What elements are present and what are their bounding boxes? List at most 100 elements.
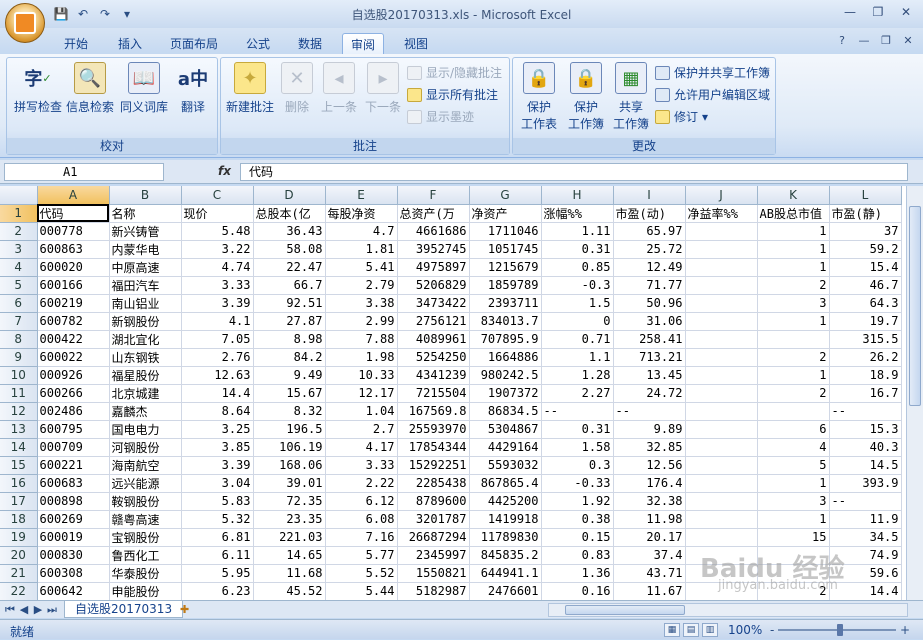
- row-header[interactable]: 12: [0, 402, 38, 421]
- cell-j18[interactable]: [685, 510, 758, 529]
- cell-g6[interactable]: 2393711: [469, 294, 542, 313]
- cell-g2[interactable]: 1711046: [469, 222, 542, 241]
- protect-share-workbook-button[interactable]: 保护并共享工作簿: [655, 64, 770, 81]
- cell-l5[interactable]: 46.7: [829, 276, 902, 295]
- row-header[interactable]: 20: [0, 546, 38, 565]
- cell-g8[interactable]: 707895.9: [469, 330, 542, 349]
- cell-f22[interactable]: 5182987: [397, 582, 470, 600]
- row-header[interactable]: 1: [0, 204, 38, 223]
- cell-c13[interactable]: 3.25: [181, 420, 254, 439]
- cell-f2[interactable]: 4661686: [397, 222, 470, 241]
- cell-h14[interactable]: 1.58: [541, 438, 614, 457]
- cell-g9[interactable]: 1664886: [469, 348, 542, 367]
- tab-view[interactable]: 视图: [396, 33, 436, 54]
- cell-l3[interactable]: 59.2: [829, 240, 902, 259]
- vertical-scrollbar[interactable]: [906, 186, 923, 600]
- cell-d20[interactable]: 14.65: [253, 546, 326, 565]
- cell-j6[interactable]: [685, 294, 758, 313]
- cell-c5[interactable]: 3.33: [181, 276, 254, 295]
- cell-i22[interactable]: 11.67: [613, 582, 686, 600]
- cell-g10[interactable]: 980242.5: [469, 366, 542, 385]
- cell-h18[interactable]: 0.38: [541, 510, 614, 529]
- row-header[interactable]: 10: [0, 366, 38, 385]
- zoom-track[interactable]: [778, 624, 896, 636]
- cell-e8[interactable]: 7.88: [325, 330, 398, 349]
- cell-c17[interactable]: 5.83: [181, 492, 254, 511]
- cell-c2[interactable]: 5.48: [181, 222, 254, 241]
- show-all-comments-button[interactable]: 显示所有批注: [407, 86, 498, 103]
- cell-a18[interactable]: 600269: [37, 510, 110, 529]
- cell-c22[interactable]: 6.23: [181, 582, 254, 600]
- previous-comment-button[interactable]: ◂ 上一条: [317, 62, 361, 115]
- cell-d22[interactable]: 45.52: [253, 582, 326, 600]
- protect-workbook-button[interactable]: 🔒 保护 工作簿: [563, 62, 609, 132]
- cell-a12[interactable]: 002486: [37, 402, 110, 421]
- cell-l14[interactable]: 40.3: [829, 438, 902, 457]
- cell-f5[interactable]: 5206829: [397, 276, 470, 295]
- cell-e7[interactable]: 2.99: [325, 312, 398, 331]
- cell-j19[interactable]: [685, 528, 758, 547]
- cell-b10[interactable]: 福星股份: [109, 366, 182, 385]
- cell-b11[interactable]: 北京城建: [109, 384, 182, 403]
- cell-a13[interactable]: 600795: [37, 420, 110, 439]
- cell-i2[interactable]: 65.97: [613, 222, 686, 241]
- cell-d16[interactable]: 39.01: [253, 474, 326, 493]
- zoom-slider[interactable]: - +: [770, 623, 910, 637]
- row-header[interactable]: 19: [0, 528, 38, 547]
- cell-g4[interactable]: 1215679: [469, 258, 542, 277]
- cell-j7[interactable]: [685, 312, 758, 331]
- cell-c6[interactable]: 3.39: [181, 294, 254, 313]
- cell-h10[interactable]: 1.28: [541, 366, 614, 385]
- cell-a20[interactable]: 000830: [37, 546, 110, 565]
- cell-e14[interactable]: 4.17: [325, 438, 398, 457]
- cell-c14[interactable]: 3.85: [181, 438, 254, 457]
- zoom-out-button[interactable]: -: [770, 623, 774, 637]
- cell-c10[interactable]: 12.63: [181, 366, 254, 385]
- tab-home[interactable]: 开始: [56, 33, 96, 54]
- cell-l18[interactable]: 11.9: [829, 510, 902, 529]
- row-header[interactable]: 22: [0, 582, 38, 600]
- ribbon-close-icon[interactable]: ✕: [901, 34, 915, 48]
- cell-d8[interactable]: 8.98: [253, 330, 326, 349]
- cell-e3[interactable]: 1.81: [325, 240, 398, 259]
- name-box[interactable]: A1: [4, 163, 164, 181]
- cell-l10[interactable]: 18.9: [829, 366, 902, 385]
- row-header[interactable]: 9: [0, 348, 38, 367]
- cell-a6[interactable]: 600219: [37, 294, 110, 313]
- close-icon[interactable]: ✕: [895, 4, 917, 20]
- cell-a16[interactable]: 600683: [37, 474, 110, 493]
- cell-l13[interactable]: 15.3: [829, 420, 902, 439]
- cell-d10[interactable]: 9.49: [253, 366, 326, 385]
- column-header-i[interactable]: I: [613, 186, 686, 205]
- cell-d2[interactable]: 36.43: [253, 222, 326, 241]
- cell-f17[interactable]: 8789600: [397, 492, 470, 511]
- cell-h6[interactable]: 1.5: [541, 294, 614, 313]
- tab-formulas[interactable]: 公式: [238, 33, 278, 54]
- cell-i10[interactable]: 13.45: [613, 366, 686, 385]
- cell-c3[interactable]: 3.22: [181, 240, 254, 259]
- cell-j13[interactable]: [685, 420, 758, 439]
- column-header-e[interactable]: E: [325, 186, 398, 205]
- column-header-l[interactable]: L: [829, 186, 902, 205]
- cell-i19[interactable]: 20.17: [613, 528, 686, 547]
- cell-e13[interactable]: 2.7: [325, 420, 398, 439]
- cell-e9[interactable]: 1.98: [325, 348, 398, 367]
- cell-b14[interactable]: 河钢股份: [109, 438, 182, 457]
- cell-f21[interactable]: 1550821: [397, 564, 470, 583]
- cell-i11[interactable]: 24.72: [613, 384, 686, 403]
- cell-e10[interactable]: 10.33: [325, 366, 398, 385]
- row-header[interactable]: 21: [0, 564, 38, 583]
- formula-input[interactable]: 代码: [240, 163, 908, 181]
- cell-i5[interactable]: 71.77: [613, 276, 686, 295]
- cell-k16[interactable]: 1: [757, 474, 830, 493]
- cell-f4[interactable]: 4975897: [397, 258, 470, 277]
- zoom-knob[interactable]: [837, 624, 844, 636]
- cell-k14[interactable]: 4: [757, 438, 830, 457]
- column-header-h[interactable]: H: [541, 186, 614, 205]
- tab-page-layout[interactable]: 页面布局: [162, 33, 226, 54]
- cell-e18[interactable]: 6.08: [325, 510, 398, 529]
- cell-f8[interactable]: 4089961: [397, 330, 470, 349]
- cell-j17[interactable]: [685, 492, 758, 511]
- cell-k12[interactable]: [757, 402, 830, 421]
- cell-k7[interactable]: 1: [757, 312, 830, 331]
